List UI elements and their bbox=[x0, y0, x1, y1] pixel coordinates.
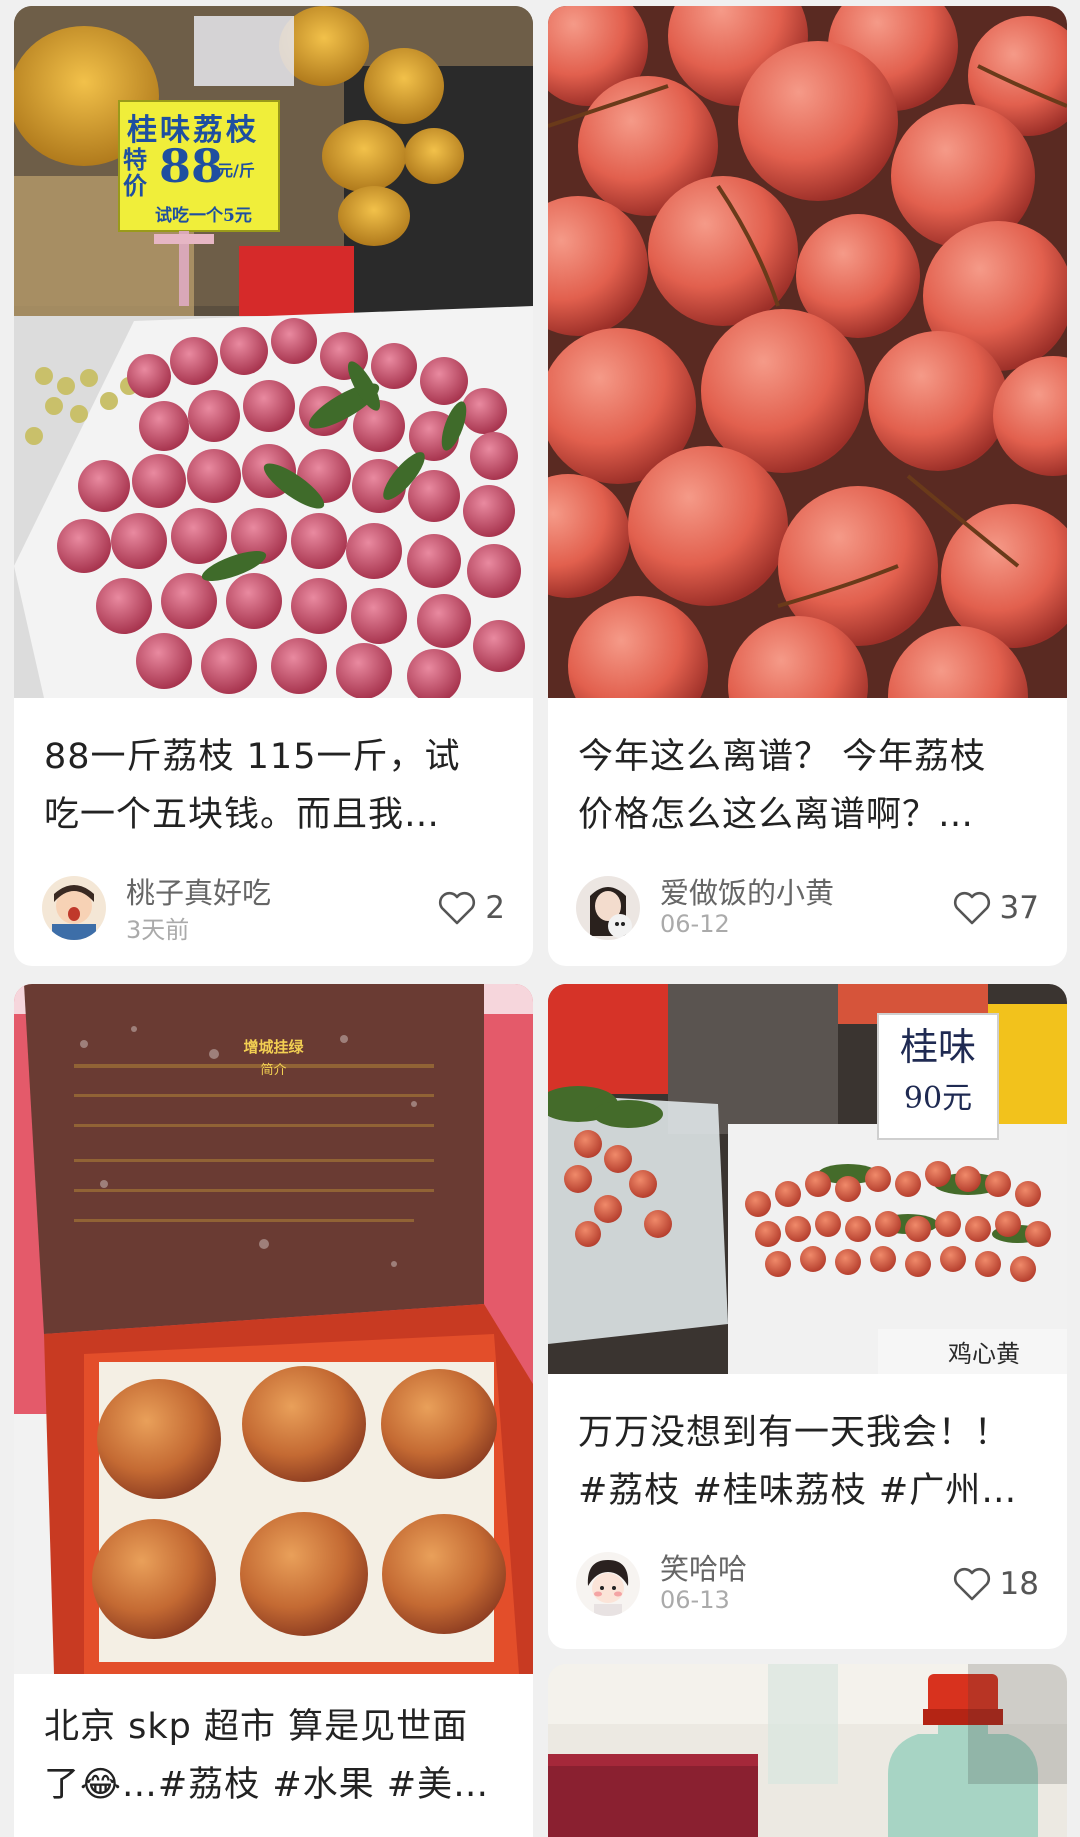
heart-outline-icon bbox=[437, 890, 477, 926]
caption-line: #荔枝 #桂味荔枝 #广州… bbox=[578, 1471, 1018, 1511]
post-caption[interactable]: 北京 skp 超市 算是见世面 了😂…#荔枝 #水果 #美… bbox=[44, 1698, 503, 1814]
like-count: 18 bbox=[999, 1566, 1039, 1602]
price-sign-price: 90元 bbox=[903, 1081, 973, 1116]
post-card[interactable]: 桂味 90元 鸡心黄 万万没想到有一天我会！！ #荔枝 #桂味荔枝 #广州… 笑… bbox=[548, 984, 1067, 1649]
caption-line: 了😂…#荔枝 #水果 #美… bbox=[44, 1765, 490, 1805]
author-name[interactable]: 笑哈哈 bbox=[660, 1546, 747, 1588]
side-sign: 鸡心黄 bbox=[948, 1340, 1020, 1368]
author-name[interactable]: 爱做饭的小黄 bbox=[660, 870, 834, 912]
price-sign-special: 特价 bbox=[123, 145, 147, 200]
like-count: 37 bbox=[999, 890, 1039, 926]
caption-line: 吃一个五块钱。而且我… bbox=[44, 795, 441, 835]
post-image-market-stall[interactable]: 桂味 90元 鸡心黄 bbox=[548, 984, 1067, 1374]
caption-line: 北京 skp 超市 算是见世面 bbox=[44, 1707, 469, 1747]
post-card[interactable]: 今年这么离谱？ 今年荔枝 价格怎么这么离谱啊？… 爱做饭的小黄 06-12 37 bbox=[548, 6, 1067, 966]
post-image-lychee-stall[interactable]: 桂味荔枝 特价 88 元/斤 试吃一个5元 bbox=[14, 6, 533, 698]
price-sign: 桂味 90元 bbox=[878, 1014, 998, 1139]
post-card[interactable]: 桂味荔枝 特价 88 元/斤 试吃一个5元 88一斤荔枝 115一斤，试 吃一个… bbox=[14, 6, 533, 966]
post-feed: 桂味荔枝 特价 88 元/斤 试吃一个5元 88一斤荔枝 115一斤，试 吃一个… bbox=[0, 0, 1080, 1837]
like-button[interactable]: 2 bbox=[437, 886, 505, 930]
avatar[interactable] bbox=[576, 876, 640, 940]
price-sign: 桂味荔枝 特价 88 元/斤 试吃一个5元 bbox=[119, 101, 279, 231]
heart-outline-icon bbox=[952, 1566, 992, 1602]
post-image-lychee-closeup[interactable] bbox=[548, 6, 1067, 698]
post-date: 06-13 bbox=[660, 1586, 730, 1614]
box-title: 增城挂绿 bbox=[243, 1038, 304, 1056]
price-sign-price: 88 bbox=[159, 139, 224, 193]
caption-line: 万万没想到有一天我会！！ bbox=[578, 1413, 1011, 1453]
post-card[interactable] bbox=[548, 1664, 1067, 1837]
author-row: 笑哈哈 06-13 18 bbox=[576, 1544, 1039, 1624]
post-caption[interactable]: 万万没想到有一天我会！！ #荔枝 #桂味荔枝 #广州… bbox=[578, 1404, 1037, 1520]
author-row: 爱做饭的小黄 06-12 37 bbox=[576, 868, 1039, 948]
box-subtitle: 简介 bbox=[260, 1063, 287, 1078]
heart-outline-icon bbox=[952, 890, 992, 926]
like-button[interactable]: 18 bbox=[952, 1562, 1039, 1606]
post-date: 3天前 bbox=[126, 916, 190, 944]
like-count: 2 bbox=[485, 890, 505, 926]
price-sign-tasting: 试吃一个5元 bbox=[155, 206, 252, 226]
post-image-gift-box[interactable]: 增城挂绿 简介 bbox=[14, 984, 533, 1674]
like-button[interactable]: 37 bbox=[952, 886, 1039, 930]
caption-line: 88一斤荔枝 115一斤，试 bbox=[44, 737, 461, 777]
post-card[interactable]: 增城挂绿 简介 北京 skp 超市 算是见世面 了😂…#荔枝 #水果 #美… bbox=[14, 984, 533, 1837]
post-caption[interactable]: 今年这么离谱？ 今年荔枝 价格怎么这么离谱啊？… bbox=[578, 728, 1037, 844]
author-name[interactable]: 桃子真好吃 bbox=[126, 870, 271, 912]
price-sign-unit: 元/斤 bbox=[217, 161, 255, 180]
caption-line: 价格怎么这么离谱啊？… bbox=[578, 795, 975, 835]
post-image-bottle[interactable] bbox=[548, 1664, 1067, 1837]
caption-line: 今年这么离谱？ 今年荔枝 bbox=[578, 737, 987, 777]
author-row: 桃子真好吃 3天前 2 bbox=[42, 868, 505, 948]
box-lid-text: 增城挂绿 简介 bbox=[14, 1036, 533, 1078]
price-sign-variety: 桂味 bbox=[899, 1025, 976, 1069]
avatar[interactable] bbox=[576, 1552, 640, 1616]
post-date: 06-12 bbox=[660, 910, 730, 938]
avatar[interactable] bbox=[42, 876, 106, 940]
post-caption[interactable]: 88一斤荔枝 115一斤，试 吃一个五块钱。而且我… bbox=[44, 728, 503, 844]
